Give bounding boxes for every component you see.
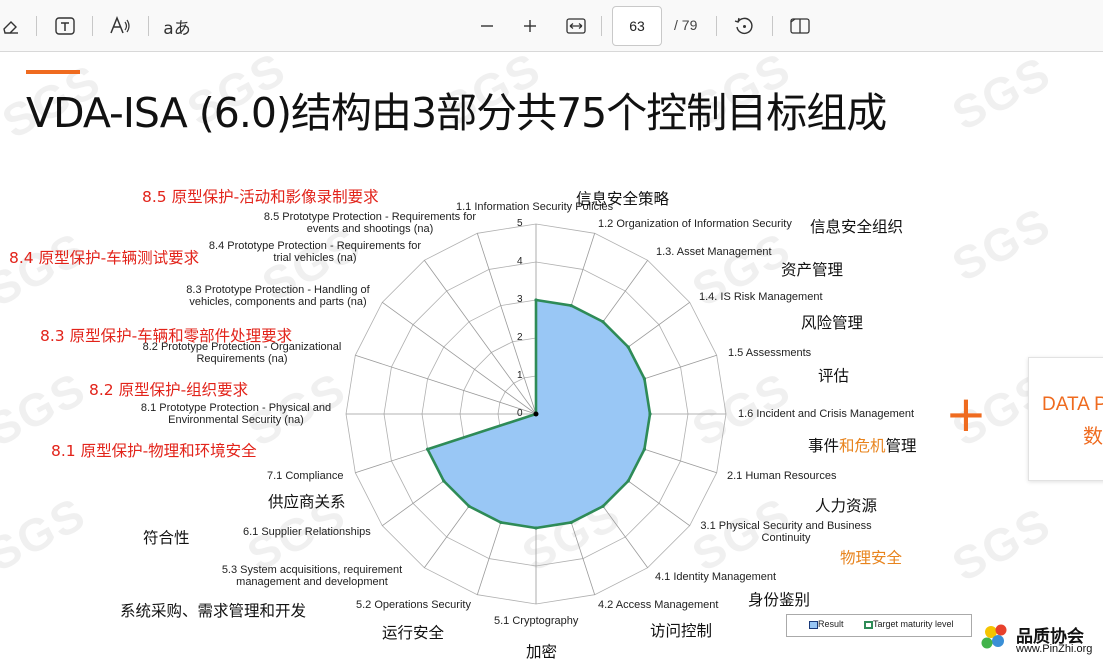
fit-width-icon[interactable] <box>563 12 589 40</box>
axis-label-zh-part: 和危机 <box>839 437 886 455</box>
legend-target-label: Target maturity level <box>873 619 954 629</box>
next-slide-card: DATA P 数 <box>1028 357 1103 481</box>
toolbar-divider <box>92 16 93 36</box>
axis-label-en: 8.3 Prototype Protection - Handling of v… <box>186 284 370 308</box>
axis-label-en: 1.4. IS Risk Management <box>699 291 823 303</box>
axis-label-en: 7.1 Compliance <box>267 470 344 482</box>
radial-tick-label: 5 <box>517 218 523 229</box>
axis-label-en: 8.5 Prototype Protection - Requirements … <box>263 211 477 235</box>
pdf-toolbar: aあ 63 / 79 <box>0 0 1103 52</box>
radar-spoke <box>355 354 537 415</box>
target-point <box>642 377 647 381</box>
axis-label-en: 1.3. Asset Management <box>656 246 772 258</box>
toolbar-divider <box>148 16 149 36</box>
radial-tick-label: 3 <box>517 294 523 305</box>
page-total: / 79 <box>674 17 698 33</box>
axis-label-zh: 加密 <box>526 643 558 660</box>
radial-tick-label: 0 <box>517 408 523 419</box>
plus-icon: + <box>945 385 987 443</box>
rotate-icon[interactable] <box>732 12 756 40</box>
axis-label-en: 1.6 Incident and Crisis Management <box>738 408 915 420</box>
radar-center-point <box>533 411 539 417</box>
axis-label-zh: 运行安全 <box>382 624 445 642</box>
radar-spoke <box>382 301 537 415</box>
legend-swatch-target <box>864 621 873 629</box>
axis-label-en: 8.4 Prototype Protection - Requirements … <box>208 240 422 264</box>
read-aloud-icon[interactable] <box>107 12 133 40</box>
target-point <box>534 526 538 530</box>
axis-label-zh-part: 事件 <box>808 437 840 455</box>
target-point <box>569 520 573 525</box>
axis-label-zh: 信息安全策略 <box>576 190 670 208</box>
axis-label-en: 5.1 Cryptography <box>494 615 579 627</box>
axis-label-zh: 供应商关系 <box>268 493 346 511</box>
axis-label-zh: 风险管理 <box>801 314 864 332</box>
chart-legend: Result Target maturity level <box>786 614 972 637</box>
axis-label-zh: 8.5 原型保护-活动和影像录制要求 <box>142 188 379 206</box>
axis-label-en: 1.5 Assessments <box>728 347 812 359</box>
axis-label-zh: 8.3 原型保护-车辆和零部件处理要求 <box>40 327 293 345</box>
axis-label-zh: 8.4 原型保护-车辆测试要求 <box>9 249 200 267</box>
page-number-input[interactable]: 63 <box>612 6 662 46</box>
side-card-line2: 数 <box>1083 424 1103 448</box>
legend-result-label: Result <box>818 619 844 629</box>
target-point <box>499 520 503 525</box>
axis-label-en: 5.2 Operations Security <box>356 599 471 611</box>
axis-label-zh: 信息安全组织 <box>810 218 904 236</box>
axis-label-en: 4.1 Identity Management <box>655 571 777 583</box>
axis-label-zh: 符合性 <box>143 529 190 547</box>
legend-swatch-result <box>809 621 818 629</box>
two-page-icon[interactable] <box>787 12 813 40</box>
target-point <box>467 504 471 508</box>
target-point <box>642 447 647 451</box>
side-card-line1: DATA P <box>1042 394 1103 415</box>
axis-label-en: 1.2 Organization of Information Security <box>598 218 792 230</box>
axis-label-en: 8.1 Prototype Protection - Physical and … <box>140 402 332 426</box>
radar-spoke <box>476 233 537 415</box>
axis-label-zh: 物理安全 <box>840 549 903 567</box>
target-point <box>626 345 630 349</box>
axis-label-zh: 资产管理 <box>781 261 844 279</box>
axis-label-zh: 系统采购、需求管理和开发 <box>120 602 307 620</box>
zoom-out-icon[interactable] <box>476 12 498 40</box>
toolbar-divider <box>601 16 602 36</box>
text-box-icon[interactable] <box>52 12 78 40</box>
axis-label-zh: 人力资源 <box>815 497 878 515</box>
axis-label-en: 3.1 Physical Security and Business Conti… <box>700 520 872 544</box>
target-point <box>601 320 605 324</box>
document-page: SGS SGS SGS SGS SGS SGS SGS SGS SGS SGS SGS SGS SGS S… <box>0 52 1103 660</box>
target-point <box>569 303 573 308</box>
axis-label-zh: 身份鉴别 <box>748 591 811 609</box>
axis-label-zh: 8.1 原型保护-物理和环境安全 <box>51 442 257 460</box>
translate-icon[interactable]: aあ <box>162 12 192 40</box>
axis-label-zh: 8.2 原型保护-组织要求 <box>89 381 249 399</box>
target-point <box>601 504 605 508</box>
radial-tick-label: 2 <box>517 332 523 343</box>
axis-label-en: 2.1 Human Resources <box>727 470 837 482</box>
target-point <box>442 479 446 483</box>
axis-label-zh-part: 管理 <box>885 437 917 455</box>
radial-tick-label: 1 <box>517 370 523 381</box>
target-point <box>626 479 630 483</box>
target-point <box>534 298 538 302</box>
pinzhi-logo: 品质协会 www.PinZhi.org <box>978 620 1103 660</box>
axis-label-en: 4.2 Access Management <box>598 599 719 611</box>
target-point <box>648 412 652 416</box>
axis-label-zh: 事件和危机管理 <box>808 434 917 456</box>
toolbar-divider <box>36 16 37 36</box>
axis-label-zh: 访问控制 <box>650 622 713 640</box>
eraser-icon[interactable] <box>0 12 22 40</box>
zoom-in-icon[interactable] <box>519 12 541 40</box>
radial-tick-label: 4 <box>517 256 523 267</box>
axis-label-en: 5.3 System acquisitions, requirement man… <box>221 564 403 588</box>
toolbar-divider <box>716 16 717 36</box>
logo-url: www.PinZhi.org <box>1016 643 1093 655</box>
toolbar-divider <box>772 16 773 36</box>
axis-label-en: 6.1 Supplier Relationships <box>243 526 371 538</box>
target-point <box>425 447 430 451</box>
axis-label-zh: 评估 <box>818 367 850 385</box>
